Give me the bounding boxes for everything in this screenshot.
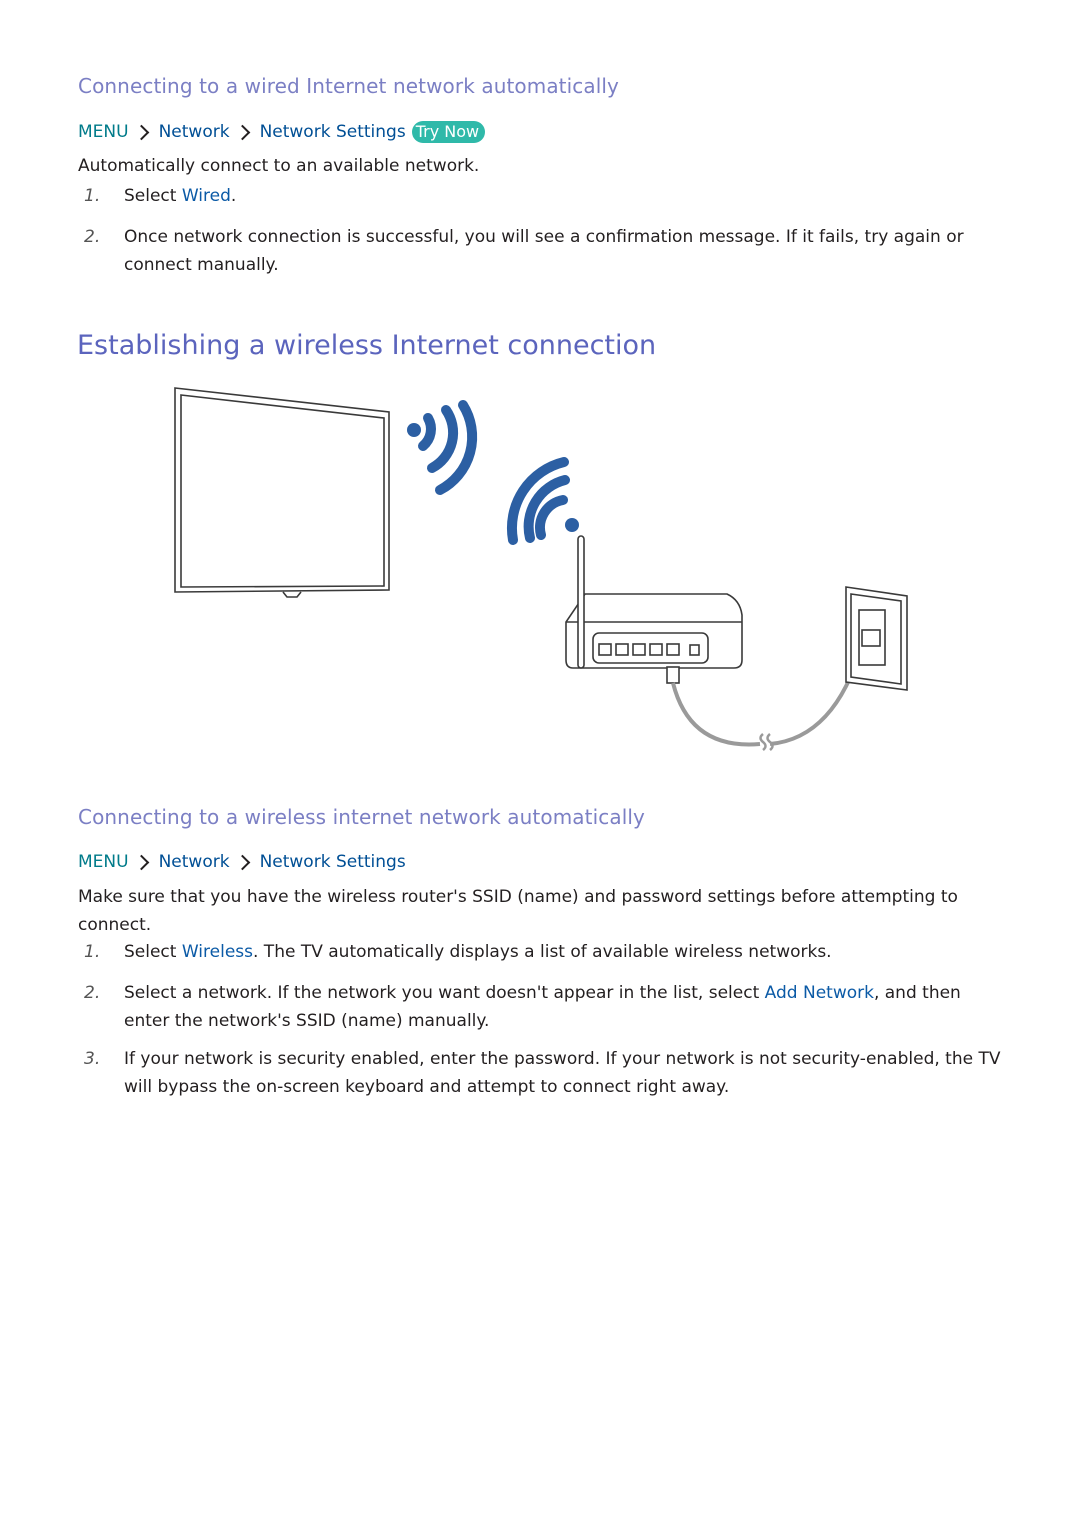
step-text: If your network is security enabled, ent… [124, 1049, 1001, 1097]
network-crumb[interactable]: Network [159, 122, 230, 142]
tv-icon [174, 387, 390, 598]
wired-keyword[interactable]: Wired [182, 186, 231, 206]
chevron-right-icon [234, 854, 250, 870]
wireless-section-heading: Connecting to a wireless internet networ… [78, 805, 645, 829]
step-number: 3. [84, 1049, 101, 1069]
wired-step-2: 2. Once network connection is successful… [84, 223, 1004, 279]
step-text-end: . The TV automatically displays a list o… [253, 942, 832, 962]
network-settings-crumb[interactable]: Network Settings [260, 122, 406, 142]
wifi-signal-tv-icon [418, 400, 478, 495]
step-text: Select [124, 942, 182, 962]
wireless-step-3: 3. If your network is security enabled, … [84, 1045, 1004, 1101]
wired-intro: Automatically connect to an available ne… [78, 156, 480, 176]
step-number: 2. [84, 983, 101, 1003]
wireless-step-2: 2. Select a network. If the network you … [84, 979, 1004, 1035]
network-settings-crumb[interactable]: Network Settings [260, 852, 406, 872]
menu-crumb[interactable]: MENU [78, 122, 129, 142]
chevron-right-icon [133, 124, 149, 140]
add-network-keyword[interactable]: Add Network [765, 983, 874, 1003]
wireless-step-1: 1. Select Wireless. The TV automatically… [84, 938, 1004, 966]
wired-section-heading: Connecting to a wired Internet network a… [78, 74, 619, 98]
wifi-dot-tv [407, 423, 421, 437]
network-illustration [174, 387, 908, 751]
network-crumb[interactable]: Network [159, 852, 230, 872]
step-text-end: . [230, 186, 237, 206]
step-text: Select [124, 186, 182, 206]
router-icon [565, 535, 743, 684]
wifi-dot-router [565, 518, 579, 532]
chevron-right-icon [133, 854, 149, 870]
wireless-keyword[interactable]: Wireless [182, 942, 253, 962]
chevron-right-icon [234, 124, 250, 140]
wireless-section-title: Establishing a wireless Internet connect… [77, 330, 657, 361]
menu-crumb[interactable]: MENU [78, 852, 129, 872]
wireless-menu-path: MENU Network Network Settings [78, 852, 406, 872]
step-text: Once network connection is successful, y… [124, 227, 964, 275]
wired-menu-path: MENU Network Network Settings Try Now [78, 121, 486, 143]
try-now-button[interactable]: Try Now [411, 121, 486, 143]
wifi-signal-router-icon [506, 457, 570, 545]
wireless-intro: Make sure that you have the wireless rou… [78, 887, 958, 935]
step-text: Select a network. If the network you wan… [124, 983, 765, 1003]
cable-break-icon [759, 733, 774, 751]
step-number: 1. [84, 186, 101, 206]
wall-lan-port-icon [845, 586, 908, 691]
wired-step-1: 1. Select Wired. [84, 182, 1004, 210]
step-number: 2. [84, 227, 101, 247]
step-number: 1. [84, 942, 101, 962]
